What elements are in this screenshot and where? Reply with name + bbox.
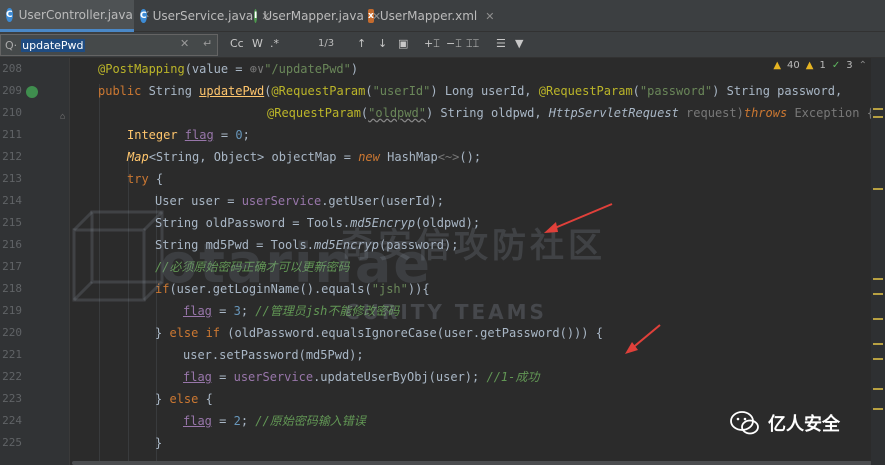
- wechat-icon: [730, 411, 759, 435]
- red-arrow: [549, 203, 613, 231]
- account-name: 亿人安全: [768, 414, 840, 435]
- wechat-account-badge: 亿人安全: [730, 410, 840, 436]
- arrow-head: [544, 222, 558, 233]
- annotation-arrows: [544, 203, 661, 354]
